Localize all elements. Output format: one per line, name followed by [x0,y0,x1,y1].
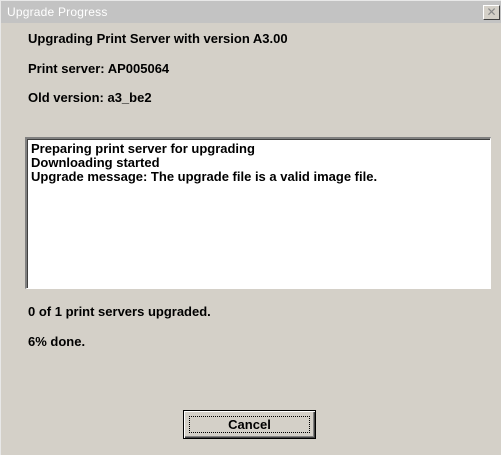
upgrade-heading: Upgrading Print Server with version A3.0… [28,31,288,46]
upgrade-log-textbox[interactable]: Preparing print server for upgrading Dow… [25,137,491,289]
servers-upgraded-status: 0 of 1 print servers upgraded. [28,304,211,319]
cancel-button-label: Cancel [189,416,310,433]
title-bar[interactable]: Upgrade Progress ✕ [1,1,501,23]
close-icon: ✕ [486,5,497,19]
cancel-button[interactable]: Cancel [183,410,316,439]
log-line: Upgrade message: The upgrade file is a v… [31,169,378,184]
window-title: Upgrade Progress [7,5,108,19]
percent-done-status: 6% done. [28,334,86,349]
print-server-label: Print server: AP005064 [28,61,170,76]
upgrade-progress-dialog: Upgrade Progress ✕ Upgrading Print Serve… [0,0,501,455]
close-button[interactable]: ✕ [483,5,500,20]
log-line: Downloading started [31,155,160,170]
old-version-label: Old version: a3_be2 [28,90,152,105]
log-line: Preparing print server for upgrading [31,141,255,156]
